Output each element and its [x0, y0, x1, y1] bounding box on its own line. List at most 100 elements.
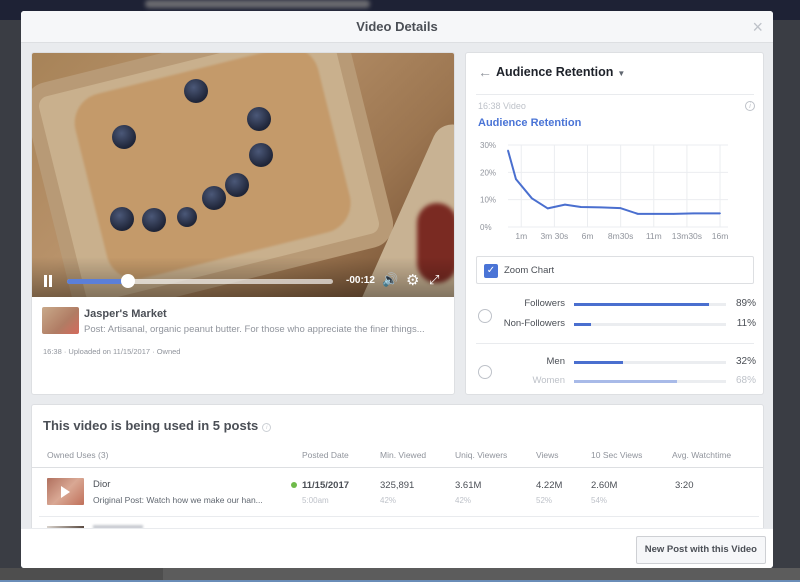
checkmark-icon: ✓ — [484, 264, 498, 278]
column-header-10-sec-views[interactable]: 10 Sec Views — [591, 450, 642, 460]
data-point — [672, 213, 675, 215]
bar-value: 32% — [735, 356, 756, 367]
y-tick-label: 0% — [480, 223, 492, 232]
x-tick-label: 16m — [712, 231, 729, 241]
bar-value: 68% — [735, 375, 756, 386]
breakdown-bar-row: Followers 89% — [466, 298, 763, 312]
table-row[interactable]: Dior Original Post: Watch how we make ou… — [32, 468, 763, 516]
breakdown-bar-row: Men 32% — [466, 356, 763, 370]
video-frame-berry — [110, 207, 134, 231]
y-tick-label: 20% — [480, 168, 496, 177]
chart-title: Audience Retention — [478, 117, 582, 129]
retention-chart: 30% 20% 10% 0% 1m 3m 30s 6m 8m30s 11m 13m30s 16m — [480, 141, 729, 241]
min-viewed: 325,891 — [380, 480, 415, 491]
bar-fill — [574, 361, 623, 364]
data-point — [507, 149, 509, 152]
metric-dropdown[interactable]: Audience Retention ▼ — [496, 65, 625, 79]
zoom-chart-label: Zoom Chart — [504, 265, 555, 276]
column-header-views[interactable]: Views — [536, 450, 559, 460]
volume-icon[interactable]: 🔊 — [382, 272, 398, 288]
divider — [476, 343, 754, 344]
column-header-owned-uses[interactable]: Owned Uses (3) — [47, 450, 108, 460]
info-icon[interactable]: i — [262, 423, 272, 432]
uses-title-text: This video is being used in 5 posts — [43, 418, 259, 433]
views: 4.22M — [536, 480, 563, 491]
y-tick-label: 30% — [480, 141, 496, 150]
data-point — [599, 206, 602, 209]
seek-bar-progress — [67, 279, 129, 284]
bar-label: Men — [546, 356, 565, 367]
bar-track — [574, 361, 726, 364]
post-thumbnail[interactable] — [42, 307, 79, 334]
post-thumbnail — [47, 478, 84, 505]
retention-header: ← Audience Retention ▼ — [476, 62, 754, 95]
ten-sec-views: 2.60M — [591, 480, 618, 491]
video-frame-berry — [112, 125, 136, 149]
breakdown-bar-row: Women 68% — [466, 375, 763, 389]
column-header-avg-watchtime[interactable]: Avg. Watchtime — [672, 450, 731, 460]
caret-down-icon: ▼ — [617, 69, 626, 78]
data-point — [546, 207, 549, 210]
ten-sec-views-pct: 54% — [591, 496, 608, 505]
x-tick-label: 1m — [515, 231, 527, 241]
modal-footer: New Post with this Video — [21, 528, 773, 568]
bar-value: 89% — [735, 298, 756, 309]
seek-bar-handle[interactable] — [121, 274, 136, 288]
status-dot-icon — [291, 482, 297, 488]
video-player[interactable]: -00:12 🔊 ⚙ ⤢ — [32, 53, 454, 297]
seek-bar[interactable] — [67, 274, 333, 288]
data-point — [619, 207, 622, 209]
x-tick-label: 6m — [582, 231, 594, 241]
bar-label: Followers — [524, 298, 565, 309]
uniq-viewers: 3.61M — [455, 480, 482, 491]
bar-label: Women — [532, 375, 565, 386]
close-icon[interactable]: × — [752, 11, 763, 43]
x-tick-label: 11m — [646, 231, 662, 241]
audience-retention-card: ← Audience Retention ▼ 16:38 Video i Audi… — [465, 52, 764, 395]
bar-track — [574, 303, 726, 306]
posted-date: 11/15/2017 — [302, 480, 350, 491]
avg-watchtime: 3:20 — [675, 480, 694, 491]
pause-icon[interactable] — [43, 275, 53, 287]
post-page-name: Dior — [93, 479, 111, 490]
post-description: Original Post: Watch how we make our han… — [93, 495, 263, 505]
fullscreen-icon[interactable]: ⤢ — [429, 272, 439, 288]
video-frame-berry — [247, 107, 271, 131]
x-tick-label: 8m30s — [608, 231, 634, 241]
new-post-button[interactable]: New Post with this Video — [635, 536, 766, 564]
bar-fill — [574, 323, 591, 326]
time-remaining: -00:12 — [346, 275, 375, 286]
modal-header: Video Details × — [21, 11, 773, 43]
video-frame-berry — [177, 207, 197, 227]
video-length: 16:38 Video — [478, 101, 526, 111]
x-tick-label: 13m30s — [672, 231, 702, 241]
data-point — [692, 212, 695, 215]
x-tick-label: 3m 30s — [540, 231, 568, 241]
series-line-audience-retention — [507, 150, 721, 215]
back-arrow-icon[interactable]: ← — [478, 64, 492, 80]
divider — [39, 516, 759, 517]
bar-fill — [574, 303, 710, 306]
page-name[interactable]: Jasper's Market — [84, 308, 167, 320]
views-pct: 52% — [536, 496, 553, 505]
bar-label: Non-Followers — [503, 318, 565, 329]
video-frame-berry — [249, 143, 273, 167]
metric-dropdown-label: Audience Retention — [496, 65, 614, 79]
background-bottom-bar — [0, 568, 800, 582]
y-tick-label: 10% — [480, 196, 496, 205]
data-point — [637, 213, 639, 215]
min-viewed-pct: 42% — [380, 496, 397, 505]
bar-fill — [574, 380, 678, 383]
breakdown-bar-row: Non-Followers 11% — [466, 318, 763, 332]
data-point — [719, 212, 721, 215]
info-icon[interactable]: i — [745, 101, 755, 111]
gear-icon[interactable]: ⚙ — [406, 271, 419, 289]
zoom-chart-checkbox[interactable]: ✓ Zoom Chart — [476, 256, 754, 284]
column-header-uniq-viewers[interactable]: Uniq. Viewers — [455, 450, 507, 460]
data-point — [564, 203, 566, 206]
uniq-viewers-pct: 42% — [455, 496, 472, 505]
column-header-min-viewed[interactable]: Min. Viewed — [380, 450, 426, 460]
data-point — [652, 213, 655, 215]
video-frame-berry — [202, 186, 226, 210]
column-header-posted-date[interactable]: Posted Date — [302, 450, 349, 460]
